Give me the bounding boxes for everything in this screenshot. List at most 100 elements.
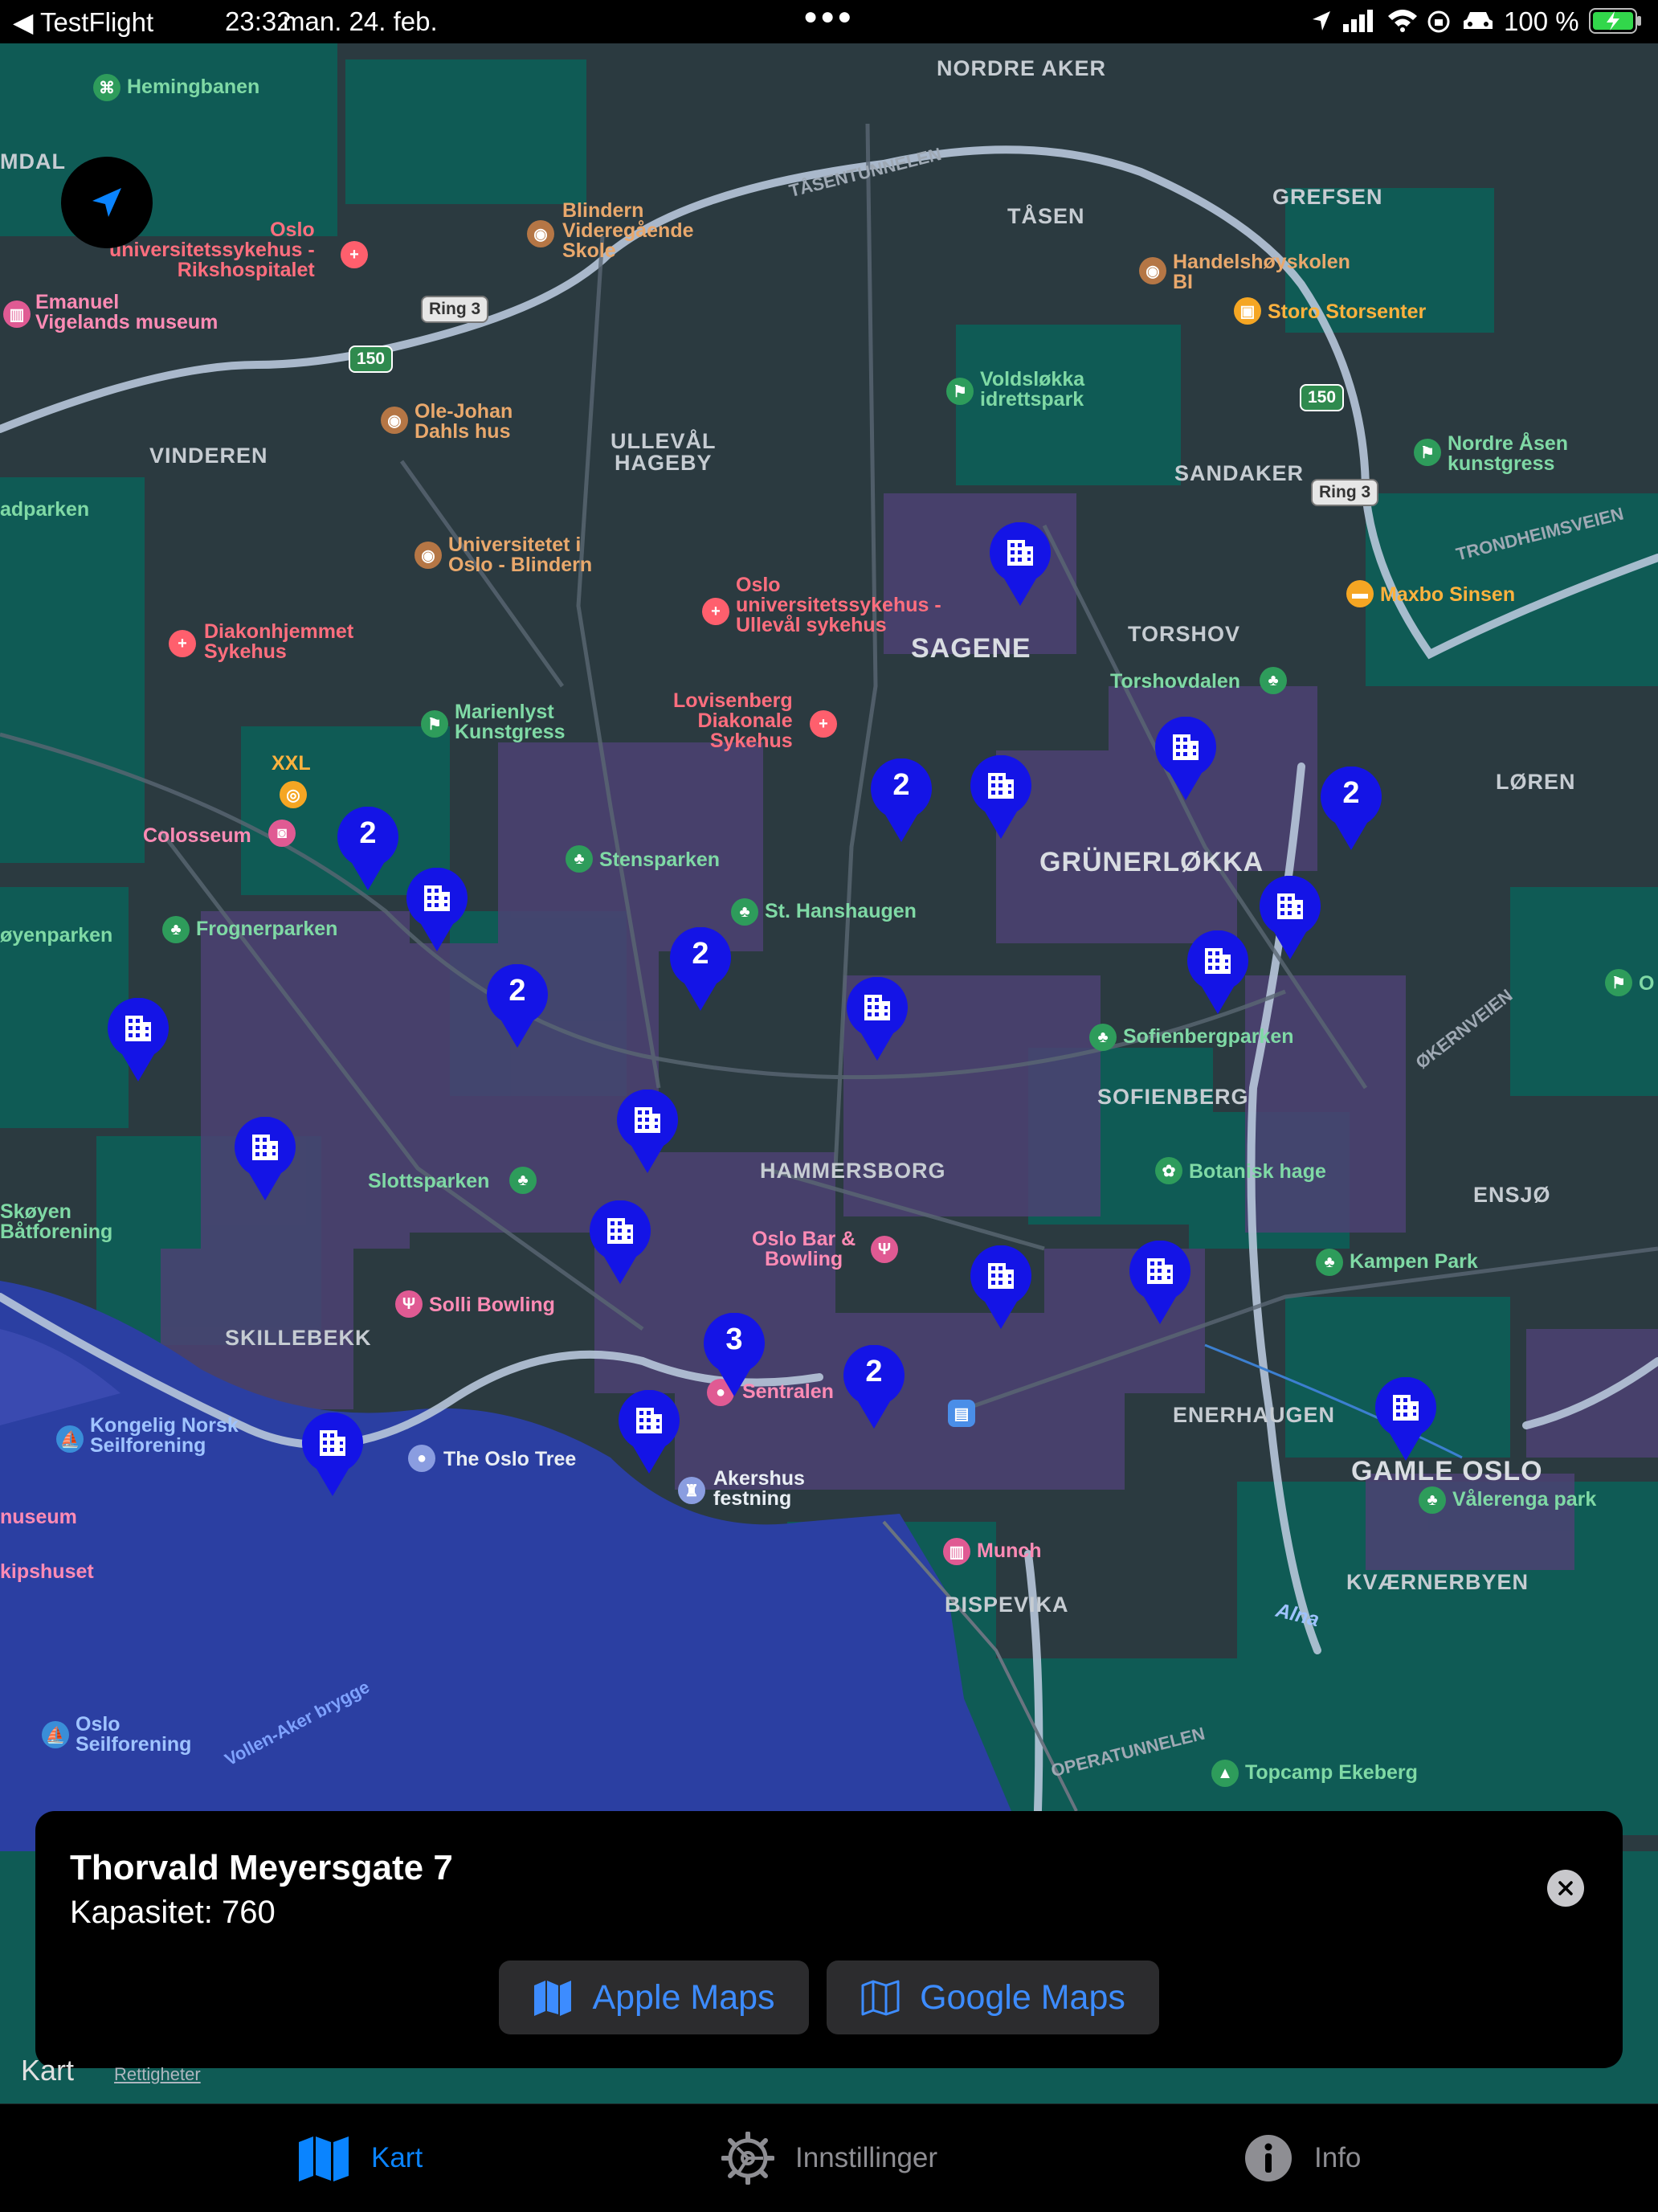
cluster-count: 2: [359, 816, 377, 850]
poi-stensparken: Stensparken: [599, 848, 721, 871]
map-fill-icon: [534, 1981, 572, 2016]
building-icon: [1205, 948, 1231, 974]
back-to-testflight[interactable]: ◀ TestFlight: [13, 6, 153, 38]
district-gamle-oslo: GAMLE OSLO: [1351, 1456, 1543, 1486]
building-icon: [864, 995, 890, 1020]
battery-percent: 100 %: [1504, 6, 1579, 36]
poi-museum-edge: nuseum: [0, 1506, 77, 1528]
castle-icon: ♜: [678, 1477, 705, 1504]
google-maps-label: Google Maps: [920, 1977, 1125, 2017]
building-pin[interactable]: [615, 1090, 680, 1173]
poi-skipshuset-edge: kipshuset: [0, 1560, 94, 1583]
sailing-icon-oslo: ⛵: [42, 1721, 69, 1748]
poi-vigeland-museum: Emanuel Vigelands museum: [35, 291, 218, 333]
building-icon: [252, 1135, 278, 1160]
building-icon: [1147, 1258, 1173, 1284]
building-icon: [1173, 734, 1199, 760]
building-pin[interactable]: [845, 977, 909, 1061]
poi-kongelig-seilforening: Kongelig Norsk Seilforening: [90, 1414, 239, 1457]
building-icon: [1277, 893, 1303, 919]
poi-munch: Munch: [977, 1539, 1042, 1562]
building-pin[interactable]: [405, 868, 469, 951]
poi-solli-bowling: Solli Bowling: [429, 1294, 555, 1316]
map-canvas: [0, 43, 1658, 2104]
district-grefsen: GREFSEN: [1272, 185, 1383, 209]
location-capacity: Kapasitet: 760: [70, 1895, 276, 1930]
hospital-icon-ulleval: +: [702, 598, 729, 625]
district-grunerlokka: GRÜNERLØKKA: [1039, 847, 1264, 877]
maps-brand: Kart: [21, 2054, 75, 2087]
building-pin[interactable]: [233, 1117, 297, 1200]
building-pin[interactable]: [969, 755, 1033, 839]
cluster-pin[interactable]: 2: [336, 807, 400, 890]
orientation-lock-icon: [1427, 10, 1450, 33]
poi-hemingbanen: Hemingbanen: [127, 76, 260, 98]
status-date: man. 24. feb.: [283, 6, 438, 36]
building-pin[interactable]: [1186, 930, 1250, 1014]
cluster-pin[interactable]: 2: [842, 1345, 906, 1429]
google-maps-button[interactable]: Google Maps: [827, 1961, 1159, 2034]
district-hammersborg: HAMMERSBORG: [760, 1159, 946, 1183]
car-icon: [1464, 12, 1493, 29]
district-enerhaugen: ENERHAUGEN: [1173, 1403, 1336, 1427]
district-ulleval-hageby: ULLEVÅL HAGEBY: [611, 429, 717, 475]
poi-kampen-park: Kampen Park: [1350, 1250, 1478, 1273]
district-mdal: MDAL: [0, 149, 66, 174]
building-icon: [1007, 540, 1033, 566]
road-shield-150: 150: [349, 345, 394, 373]
cluster-pin[interactable]: 2: [869, 758, 933, 842]
cluster-pin[interactable]: 2: [1319, 767, 1383, 850]
district-vinderen: VINDEREN: [149, 444, 268, 468]
building-pin[interactable]: [1374, 1377, 1438, 1461]
building-icon: [125, 1016, 151, 1041]
apple-maps-button[interactable]: Apple Maps: [499, 1961, 809, 2034]
tab-kart[interactable]: Kart: [297, 2104, 423, 2212]
cluster-pin[interactable]: 2: [668, 927, 733, 1011]
tab-innstillinger[interactable]: Innstillinger: [721, 2104, 937, 2212]
building-pin[interactable]: [1128, 1241, 1192, 1324]
location-arrow-icon: [92, 188, 121, 217]
district-skillebekk: SKILLEBEKK: [225, 1326, 372, 1350]
hospital-icon: +: [341, 241, 368, 268]
cluster-count: 2: [508, 974, 526, 1008]
tree-icon-kampen: ♣: [1316, 1249, 1343, 1276]
poi-oyenparken: øyenparken: [0, 924, 113, 947]
status-bar: ◀ TestFlight 23:32 man. 24. feb. ●●● 100…: [0, 0, 1658, 43]
poi-torshovdalen: Torshovdalen: [1110, 670, 1241, 693]
locate-me-button[interactable]: [61, 157, 153, 248]
building-icon: [635, 1107, 660, 1133]
cluster-pin[interactable]: 2: [485, 964, 549, 1048]
building-pin[interactable]: [588, 1200, 652, 1284]
back-app-label: TestFlight: [39, 7, 154, 37]
building-icon: [320, 1430, 345, 1456]
close-card-button[interactable]: [1547, 1870, 1584, 1907]
district-sandaker: SANDAKER: [1174, 461, 1305, 485]
cluster-pin[interactable]: 3: [702, 1313, 766, 1396]
tree-icon-st-hanshaugen: ♣: [731, 898, 758, 926]
building-icon: [607, 1218, 633, 1244]
building-pin[interactable]: [300, 1413, 365, 1496]
multitask-dots-icon[interactable]: ●●●: [803, 3, 854, 31]
shopping-icon-xxl: ◎: [280, 781, 307, 808]
tab-info[interactable]: Info: [1244, 2104, 1361, 2212]
building-pin[interactable]: [1154, 717, 1218, 800]
building-pin[interactable]: [617, 1390, 681, 1474]
map-outline-icon: [861, 1980, 900, 2016]
poi-edge-o: O: [1639, 972, 1655, 995]
building-pin[interactable]: [106, 998, 170, 1081]
building-pin[interactable]: [1258, 876, 1322, 959]
tree-icon-frognerparken: ♣: [162, 916, 190, 943]
poi-topcamp-ekeberg: Topcamp Ekeberg: [1245, 1761, 1418, 1784]
map-view[interactable]: NORDRE AKER TÅSEN GREFSEN VINDEREN ULLEV…: [0, 43, 1658, 2104]
building-pin[interactable]: [988, 522, 1052, 606]
poi-st-hanshaugen: St. Hanshaugen: [765, 900, 917, 922]
legal-link[interactable]: Rettigheter: [114, 2064, 201, 2084]
building-icon: [636, 1408, 662, 1433]
poi-nordre-asen: Nordre Åsen kunstgress: [1448, 432, 1569, 475]
train-station-icon: ▤: [948, 1400, 975, 1427]
hospital-icon-lovisenberg: +: [810, 710, 837, 738]
poi-oslo-tree: The Oslo Tree: [443, 1448, 577, 1470]
district-ensjo: ENSJØ: [1473, 1183, 1551, 1207]
building-pin[interactable]: [969, 1245, 1033, 1329]
sports-icon-asen: ⚑: [1414, 439, 1441, 466]
